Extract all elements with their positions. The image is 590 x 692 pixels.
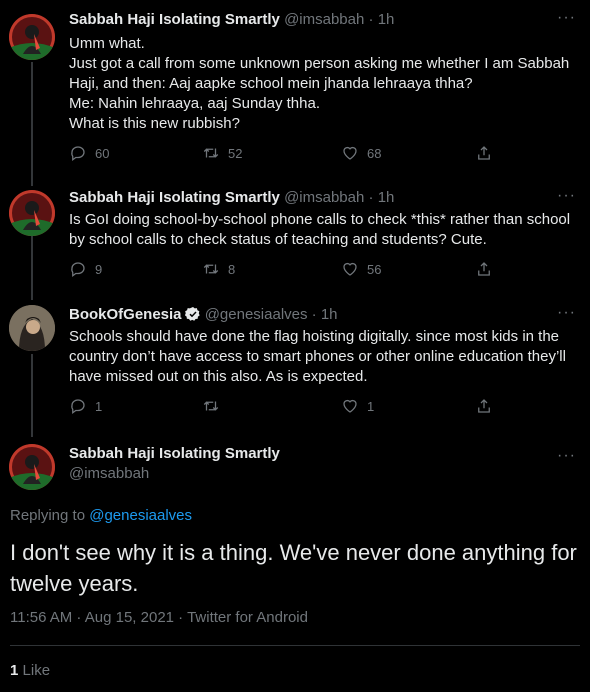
tweet[interactable]: Sabbah Haji Isolating Smartly @imsabbah …	[0, 188, 590, 298]
share-button[interactable]	[475, 397, 493, 415]
tweet-actions: 1 1	[69, 397, 509, 419]
timestamp[interactable]: 1h	[378, 189, 395, 206]
tweet-header: Sabbah Haji Isolating Smartly @imsabbah …	[69, 188, 394, 208]
tweet[interactable]: Sabbah Haji Isolating Smartly @imsabbah …	[0, 10, 590, 170]
tweet-line: Is GoI doing school-by-school phone call…	[69, 211, 571, 248]
retweet-button[interactable]: 52	[202, 144, 242, 162]
share-icon	[478, 399, 490, 413]
avatar[interactable]	[9, 305, 55, 351]
separator: ·	[368, 189, 374, 206]
tweet-line: Umm what.	[69, 35, 145, 52]
display-name[interactable]: Sabbah Haji Isolating Smartly	[69, 11, 280, 28]
heart-icon	[343, 262, 357, 276]
like-stats-label: Like	[22, 662, 51, 679]
retweet-button[interactable]: 8	[202, 260, 235, 278]
heart-icon	[343, 146, 357, 160]
tweet-text: Is GoI doing school-by-school phone call…	[69, 210, 572, 250]
separator: ·	[368, 11, 374, 28]
retweet-count: 52	[228, 145, 243, 161]
reply-button[interactable]: 1	[69, 397, 102, 415]
tweet-line: Schools should have done the flag hoisti…	[69, 328, 566, 385]
share-button[interactable]	[475, 260, 493, 278]
like-count: 1	[367, 398, 375, 414]
reply-count: 9	[95, 261, 103, 277]
replying-to-link[interactable]: @genesiaalves	[89, 507, 192, 524]
tweet-text: Schools should have done the flag hoisti…	[69, 327, 572, 387]
retweet-button[interactable]	[202, 397, 228, 415]
handle[interactable]: @imsabbah	[284, 11, 364, 28]
tweet-header: Sabbah Haji Isolating Smartly @imsabbah	[69, 444, 280, 484]
tweet-actions: 9 8 56	[69, 260, 509, 282]
reply-icon	[71, 399, 85, 415]
tweet[interactable]: BookOfGenesia @genesiaalves · 1h ··· Sch…	[0, 305, 590, 425]
like-count: 68	[367, 145, 382, 161]
tweet-text: Umm what. Just got a call from some unkn…	[69, 34, 572, 134]
avatar[interactable]	[9, 190, 55, 236]
tweet-line: Me: Nahin lehraaya, aaj Sunday thha.	[69, 95, 320, 112]
avatar[interactable]	[9, 444, 55, 490]
like-stats[interactable]: 1 Like	[10, 662, 50, 679]
replying-label: Replying to	[10, 507, 86, 524]
display-name[interactable]: Sabbah Haji Isolating Smartly	[69, 444, 280, 464]
separator: ·	[311, 306, 317, 323]
like-button[interactable]: 56	[341, 260, 381, 278]
like-button[interactable]: 68	[341, 144, 381, 162]
tweet-meta[interactable]: 11:56 AM · Aug 15, 2021 · Twitter for An…	[10, 609, 308, 626]
reply-button[interactable]: 60	[69, 144, 109, 162]
more-options-icon[interactable]: ···	[557, 448, 576, 464]
retweet-icon	[203, 401, 219, 411]
like-button[interactable]: 1	[341, 397, 374, 415]
like-count: 56	[367, 261, 382, 277]
timestamp[interactable]: 1h	[378, 11, 395, 28]
reply-button[interactable]: 9	[69, 260, 102, 278]
tweet-header: Sabbah Haji Isolating Smartly @imsabbah …	[69, 10, 394, 30]
avatar[interactable]	[9, 14, 55, 60]
display-name[interactable]: BookOfGenesia	[69, 306, 182, 323]
handle[interactable]: @imsabbah	[69, 464, 280, 484]
tweet-line: What is this new rubbish?	[69, 115, 240, 132]
display-name[interactable]: Sabbah Haji Isolating Smartly	[69, 189, 280, 206]
share-button[interactable]	[475, 144, 493, 162]
retweet-icon	[203, 148, 219, 158]
share-icon	[478, 262, 490, 276]
more-options-icon[interactable]: ···	[557, 188, 576, 204]
more-options-icon[interactable]: ···	[557, 10, 576, 26]
handle[interactable]: @imsabbah	[284, 189, 364, 206]
tweet-header: BookOfGenesia @genesiaalves · 1h	[69, 305, 338, 325]
reply-count: 1	[95, 398, 103, 414]
tweet-line: Just got a call from some unknown person…	[69, 55, 570, 92]
retweet-count: 8	[228, 261, 236, 277]
handle[interactable]: @genesiaalves	[205, 306, 308, 323]
heart-icon	[343, 399, 357, 413]
like-stats-count: 1	[10, 662, 19, 679]
more-options-icon[interactable]: ···	[557, 305, 576, 321]
reply-count: 60	[95, 145, 110, 161]
verified-badge-icon	[184, 307, 200, 321]
retweet-icon	[203, 264, 219, 274]
replying-to: Replying to @genesiaalves	[10, 507, 192, 524]
main-tweet-text: I don't see why it is a thing. We've nev…	[10, 540, 577, 596]
reply-icon	[71, 262, 85, 278]
timestamp[interactable]: 1h	[321, 306, 338, 323]
reply-icon	[71, 146, 85, 162]
tweet-actions: 60 52 68	[69, 144, 509, 166]
divider	[10, 645, 580, 646]
share-icon	[478, 146, 490, 160]
